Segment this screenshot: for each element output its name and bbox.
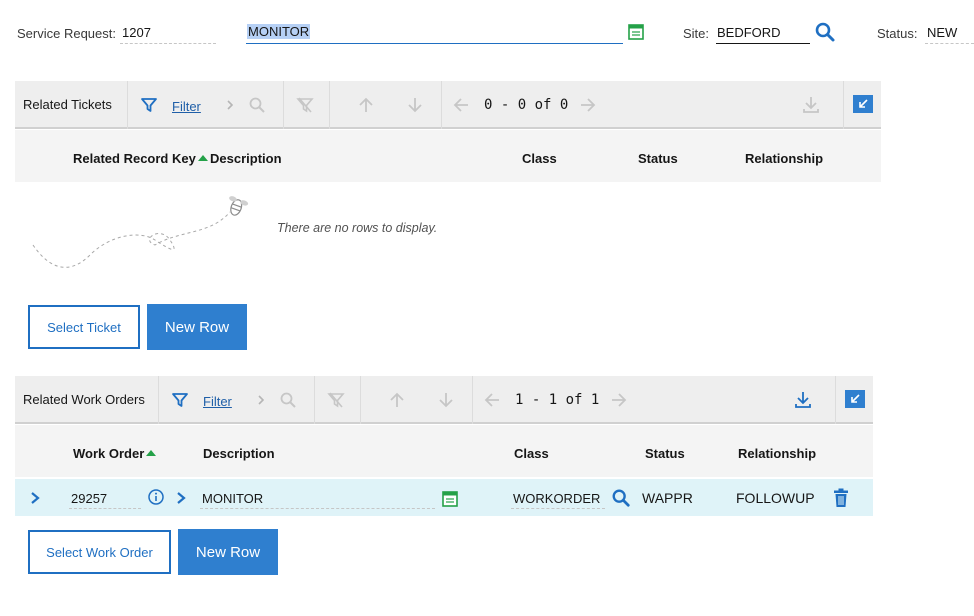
expand-row-icon[interactable] (29, 491, 41, 508)
column-header-status[interactable]: Status (638, 151, 678, 166)
divider (314, 376, 315, 424)
column-header-status[interactable]: Status (645, 446, 685, 461)
filter-link[interactable]: Filter (203, 394, 232, 409)
work-orders-new-row-button[interactable]: New Row (178, 529, 278, 575)
pager-text: 1 - 1 of 1 (515, 392, 600, 408)
related-work-orders-header: Work Order Description Class Status Rela… (15, 425, 873, 477)
divider (360, 376, 361, 424)
divider (329, 81, 330, 129)
service-request-value: 1207 (122, 25, 151, 40)
divider (835, 376, 836, 424)
column-header-class[interactable]: Class (522, 151, 557, 166)
bee-illustration-icon (32, 196, 249, 268)
divider (158, 376, 159, 424)
arrow-left-icon[interactable] (451, 95, 471, 115)
divider (472, 376, 473, 424)
relationship-value: FOLLOWUP (736, 490, 815, 506)
search-icon[interactable] (247, 95, 267, 115)
work-order-field[interactable]: 29257 (69, 487, 141, 509)
search-icon[interactable] (278, 390, 298, 410)
status-value: NEW (927, 25, 958, 40)
column-header-related-record-key[interactable]: Related Record Key (73, 151, 208, 166)
work-order-value: 29257 (71, 491, 108, 506)
column-header-work-order[interactable]: Work Order (73, 446, 157, 461)
go-to-work-order-icon[interactable] (175, 491, 187, 508)
divider (843, 81, 844, 129)
class-field[interactable]: WORKORDER (511, 487, 605, 509)
divider (283, 81, 284, 129)
collapse-table-icon[interactable] (853, 95, 873, 113)
select-ticket-button[interactable]: Select Ticket (28, 305, 140, 349)
related-tickets-header: Related Record Key Description Class Sta… (15, 130, 881, 182)
sort-ascending-icon (197, 155, 208, 161)
empty-rows-message: There are no rows to display. (277, 221, 438, 235)
filter-link[interactable]: Filter (172, 99, 201, 114)
long-description-icon[interactable] (628, 24, 644, 43)
description-field[interactable]: MONITOR (200, 487, 435, 509)
related-tickets-title: Related Tickets (23, 97, 112, 112)
description-input[interactable]: MONITOR (246, 20, 623, 44)
description-value: MONITOR (202, 491, 264, 506)
status-value: WAPPR (642, 490, 693, 506)
filter-icon[interactable] (139, 95, 159, 115)
chevron-right-icon[interactable] (251, 390, 271, 410)
site-label: Site: (683, 26, 710, 41)
column-header-relationship[interactable]: Relationship (745, 151, 823, 166)
related-tickets-toolbar: Related Tickets Filter 0 - 0 of 0 (15, 81, 881, 129)
column-header-description[interactable]: Description (203, 446, 275, 461)
site-search-icon[interactable] (814, 21, 836, 46)
arrow-right-icon[interactable] (578, 95, 598, 115)
arrow-right-icon[interactable] (609, 390, 629, 410)
column-header-description[interactable]: Description (210, 151, 282, 166)
delete-trash-icon[interactable] (833, 488, 849, 511)
arrow-up-icon[interactable] (387, 390, 407, 410)
filter-icon[interactable] (170, 390, 190, 410)
info-icon[interactable] (148, 489, 164, 508)
column-header-class[interactable]: Class (514, 446, 549, 461)
arrow-down-icon[interactable] (405, 95, 425, 115)
chevron-right-icon[interactable] (220, 95, 240, 115)
status-input[interactable]: NEW (925, 22, 974, 44)
arrow-down-icon[interactable] (436, 390, 456, 410)
download-icon[interactable] (793, 390, 813, 410)
pager-text: 0 - 0 of 0 (484, 97, 569, 113)
site-input[interactable]: BEDFORD (716, 20, 810, 44)
tickets-new-row-button[interactable]: New Row (147, 304, 247, 350)
select-work-order-button[interactable]: Select Work Order (28, 530, 171, 574)
arrow-left-icon[interactable] (482, 390, 502, 410)
table-row[interactable]: 29257 MONITOR WORKORDER WAPPR FOLLOWUP (15, 479, 873, 516)
service-request-input[interactable]: 1207 (120, 22, 216, 44)
arrow-up-icon[interactable] (356, 95, 376, 115)
class-search-icon[interactable] (611, 488, 631, 511)
related-work-orders-title: Related Work Orders (23, 392, 145, 407)
collapse-table-icon[interactable] (845, 390, 865, 408)
sort-ascending-icon (146, 450, 157, 456)
clear-filter-icon[interactable] (326, 390, 346, 410)
class-value: WORKORDER (513, 491, 601, 506)
status-label: Status: (877, 26, 918, 41)
service-request-label: Service Request: (17, 26, 116, 41)
long-description-icon[interactable] (442, 491, 458, 510)
site-value: BEDFORD (717, 25, 781, 40)
clear-filter-icon[interactable] (295, 95, 315, 115)
description-value: MONITOR (247, 24, 311, 39)
related-work-orders-toolbar: Related Work Orders Filter 1 - 1 of 1 (15, 376, 873, 424)
download-icon[interactable] (801, 95, 821, 115)
column-header-relationship[interactable]: Relationship (738, 446, 816, 461)
divider (127, 81, 128, 129)
divider (441, 81, 442, 129)
